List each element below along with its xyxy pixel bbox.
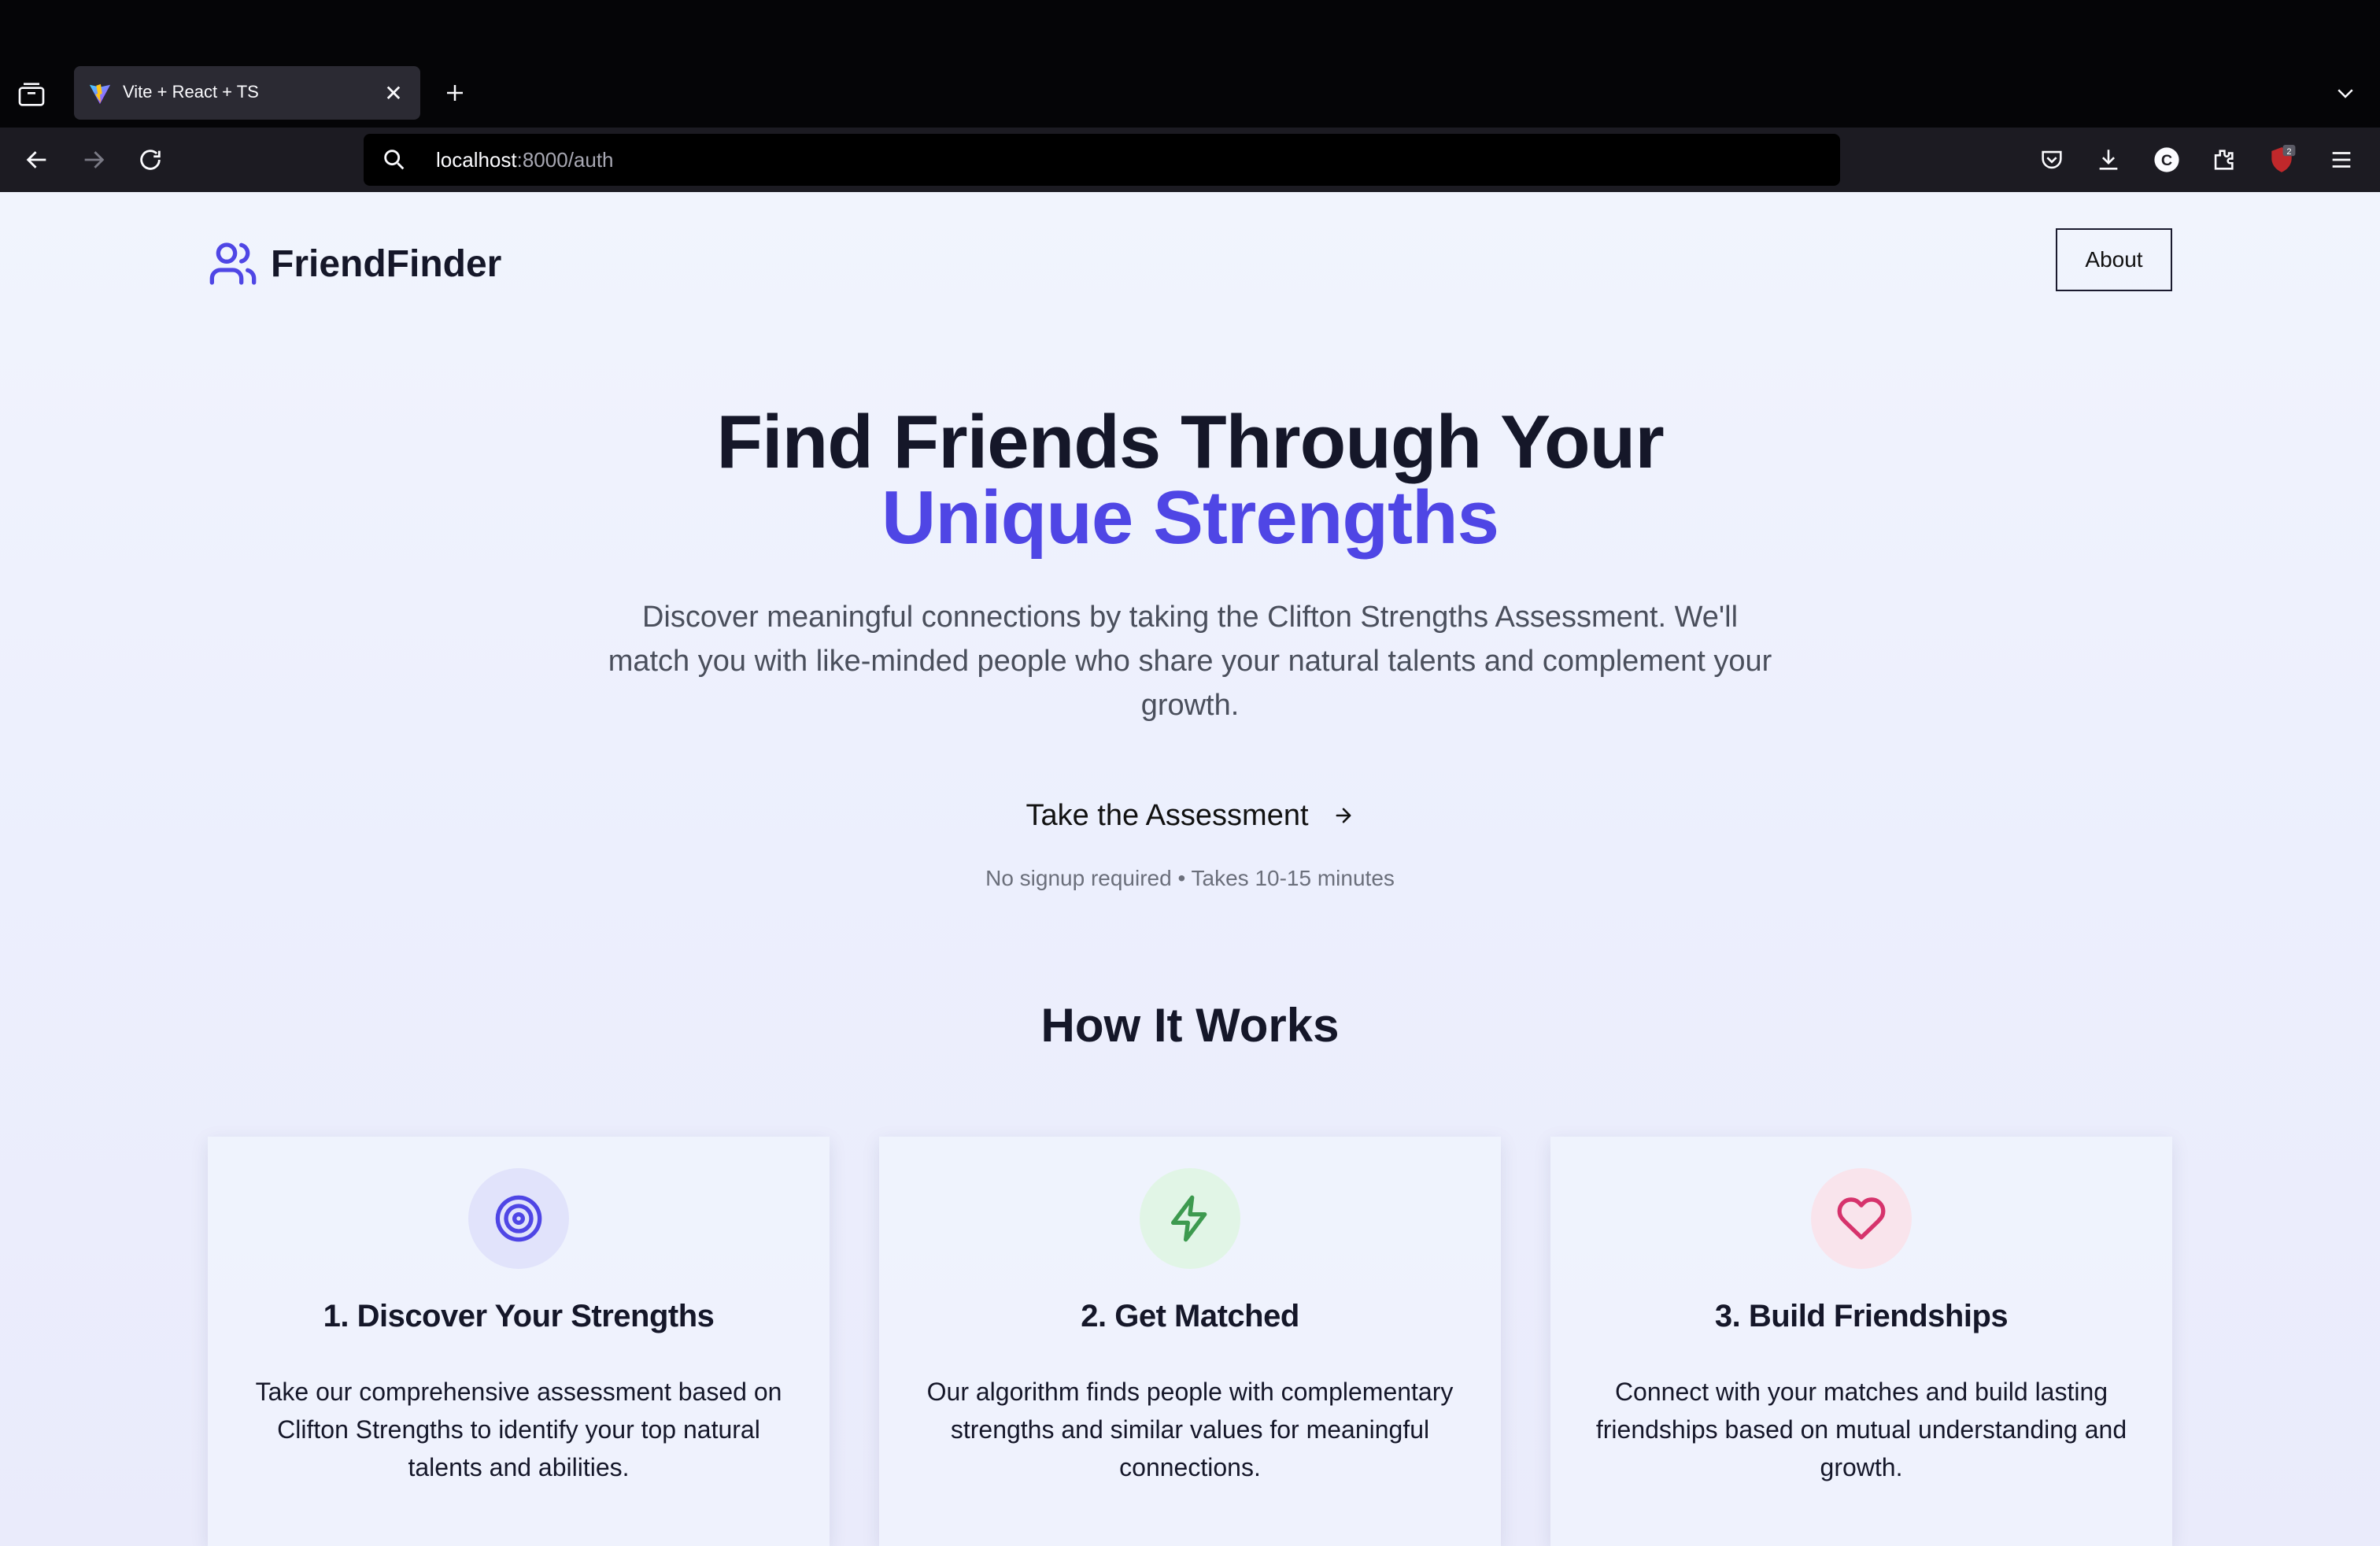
forward-icon[interactable] <box>76 142 112 178</box>
url-host: localhost <box>436 148 517 172</box>
card-description: Take our comprehensive assessment based … <box>255 1378 782 1481</box>
vite-logo-icon <box>88 82 112 105</box>
cta-label: Take the Assessment <box>1026 798 1309 832</box>
hero-title-line2: Unique Strengths <box>881 475 1499 560</box>
svg-text:C: C <box>2161 152 2172 169</box>
reload-icon[interactable] <box>132 142 168 178</box>
card-title: 2. Get Matched <box>1081 1299 1299 1333</box>
take-assessment-button[interactable]: Take the Assessment <box>1015 792 1365 839</box>
url-text: localhost:8000/auth <box>436 148 614 172</box>
about-button[interactable]: About <box>2056 228 2172 291</box>
arrow-right-icon <box>1336 808 1351 823</box>
step-card-friendships: 3. Build Friendships Connect with your m… <box>1550 1137 2172 1546</box>
browser-tab-bar: Vite + React + TS ✕ <box>0 0 2380 128</box>
account-c-icon[interactable]: C <box>2149 142 2185 178</box>
hero-title-line1: Find Friends Through Your <box>716 400 1664 484</box>
target-icon <box>468 1168 569 1269</box>
step-card-discover: 1. Discover Your Strengths Take our comp… <box>208 1137 830 1546</box>
card-title: 3. Build Friendships <box>1714 1299 2009 1333</box>
url-bar[interactable]: localhost:8000/auth <box>364 134 1840 186</box>
browser-nav-bar: localhost:8000/auth C 2 <box>0 128 2380 192</box>
tab-title: Vite + React + TS <box>123 82 259 102</box>
pocket-icon[interactable] <box>2034 142 2070 178</box>
heart-icon <box>1811 1168 1912 1269</box>
ublock-shield-icon[interactable]: 2 <box>2264 142 2300 178</box>
new-tab-icon[interactable] <box>438 76 472 110</box>
search-icon <box>381 146 408 173</box>
download-icon[interactable] <box>2090 142 2127 178</box>
browser-tab[interactable]: Vite + React + TS ✕ <box>74 66 420 120</box>
card-description: Our algorithm finds people with compleme… <box>926 1378 1454 1481</box>
brand-name: FriendFinder <box>271 242 502 285</box>
url-path: :8000/auth <box>516 148 614 172</box>
chevron-down-icon[interactable] <box>2328 76 2363 110</box>
extension-badge: 2 <box>2286 147 2291 157</box>
hero-description: Discover meaningful connections by takin… <box>608 601 1772 722</box>
how-it-works-title: How It Works <box>1040 999 1340 1052</box>
tab-overview-icon[interactable] <box>16 79 47 110</box>
users-icon <box>209 242 257 285</box>
cta-note: No signup required • Takes 10-15 minutes <box>985 866 1395 890</box>
hamburger-menu-icon[interactable] <box>2323 142 2360 178</box>
close-tab-icon[interactable]: ✕ <box>378 77 409 109</box>
page-content: FriendFinder About Find Friends Through … <box>0 192 2380 1546</box>
hero-title: Find Friends Through Your Unique Strengt… <box>0 405 2380 556</box>
lightning-icon <box>1140 1168 1240 1269</box>
extensions-icon[interactable] <box>2205 142 2241 178</box>
back-icon[interactable] <box>19 142 55 178</box>
card-description: Connect with your matches and build last… <box>1595 1378 2127 1481</box>
card-title: 1. Discover Your Strengths <box>323 1299 715 1333</box>
step-card-matched: 2. Get Matched Our algorithm finds peopl… <box>879 1137 1501 1546</box>
brand[interactable]: FriendFinder <box>208 236 501 291</box>
